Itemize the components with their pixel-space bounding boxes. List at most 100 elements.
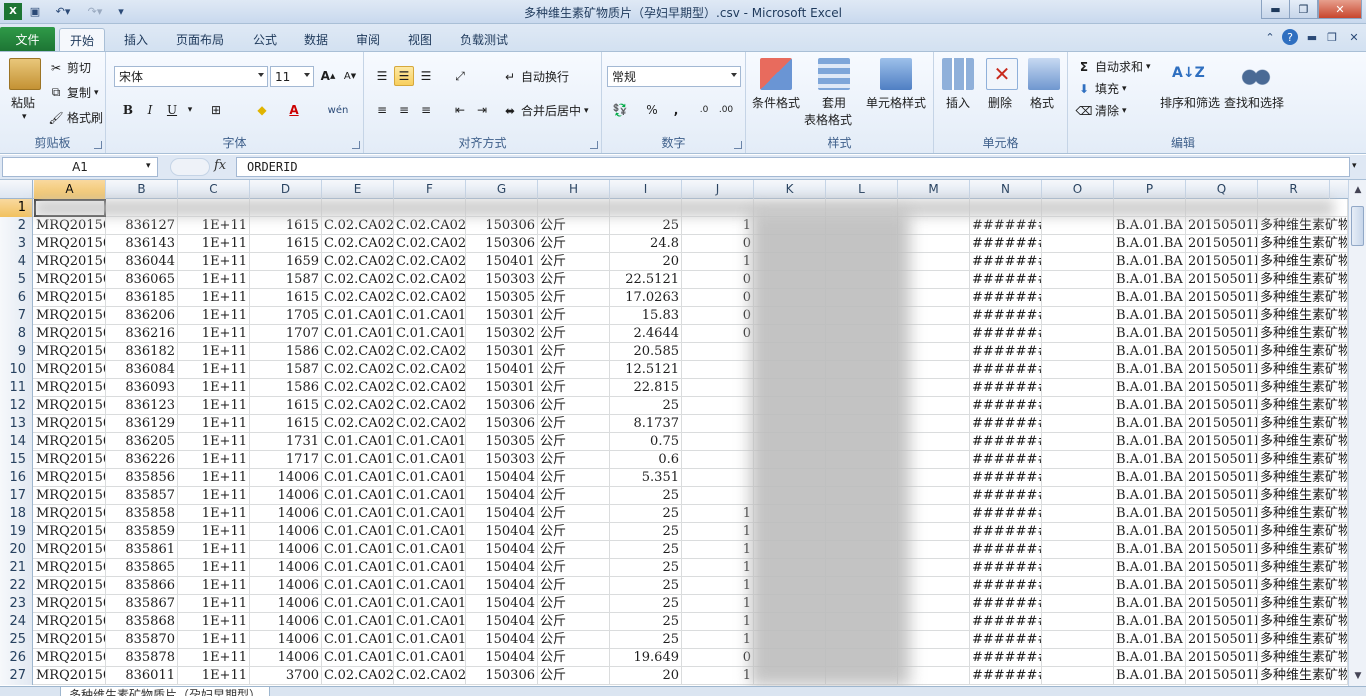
cell-b20[interactable]: 835861 [106,541,178,559]
cell-h20[interactable]: 公斤 [538,541,610,559]
cell-a11[interactable]: MRQ201504 [34,379,106,397]
column-header-l[interactable]: L [826,180,898,199]
expand-formula-icon[interactable]: ▾ [1352,161,1357,171]
cell-styles-button[interactable]: 单元格样式 [866,94,926,111]
cell-h23[interactable]: 公斤 [538,595,610,613]
cell-o13[interactable] [1042,415,1114,433]
cell-p2[interactable]: B.A.01.BA [1114,217,1186,235]
cell-f22[interactable]: C.01.CA01 [394,577,466,595]
workbook-close-icon[interactable]: ✕ [1346,29,1362,45]
font-color-icon[interactable]: A [284,100,304,120]
cell-b13[interactable]: 836129 [106,415,178,433]
column-header-r[interactable]: R [1258,180,1330,199]
row-header[interactable]: 9 [0,343,33,361]
align-top-icon[interactable]: ☰ [372,66,392,86]
cell-g25[interactable]: 150404 [466,631,538,649]
cell-n16[interactable]: ######## [970,469,1042,487]
cell-f4[interactable]: C.02.CA02 [394,253,466,271]
cell-d6[interactable]: 1615 [250,289,322,307]
align-center-icon[interactable]: ≡ [394,100,414,120]
cell-g23[interactable]: 150404 [466,595,538,613]
cell-i22[interactable]: 25 [610,577,682,595]
cell-j23[interactable]: 1 [682,595,754,613]
minimize-ribbon-icon[interactable]: ⌃ [1262,29,1278,45]
cell-c9[interactable]: 1E+11 [178,343,250,361]
cell-b11[interactable]: 836093 [106,379,178,397]
cell-c23[interactable]: 1E+11 [178,595,250,613]
vertical-scrollbar[interactable]: ▲ ▼ [1348,180,1366,686]
column-header-b[interactable]: B [106,180,178,199]
cell-j4[interactable]: 1 [682,253,754,271]
cell-p13[interactable]: B.A.01.BA [1114,415,1186,433]
cell-p15[interactable]: B.A.01.BA [1114,451,1186,469]
cell-r20[interactable]: 多种维生素矿物质片（孕 [1258,541,1348,559]
cell-a22[interactable]: MRQ201504 [34,577,106,595]
cell-o6[interactable] [1042,289,1114,307]
cell-c26[interactable]: 1E+11 [178,649,250,667]
cell-j8[interactable]: 0 [682,325,754,343]
cell-n10[interactable]: ######## [970,361,1042,379]
cell-h7[interactable]: 公斤 [538,307,610,325]
cell-h17[interactable]: 公斤 [538,487,610,505]
cell-f17[interactable]: C.01.CA01 [394,487,466,505]
row-header[interactable]: 10 [0,361,33,379]
paste-button[interactable]: 粘贴 [11,94,35,111]
cell-p3[interactable]: B.A.01.BA [1114,235,1186,253]
cell-g18[interactable]: 150404 [466,505,538,523]
cell-p25[interactable]: B.A.01.BA [1114,631,1186,649]
cell-j19[interactable]: 1 [682,523,754,541]
cell-f25[interactable]: C.01.CA01 [394,631,466,649]
table-format-button-1[interactable]: 套用 [822,94,846,111]
row-header[interactable]: 12 [0,397,33,415]
find-select-button[interactable]: 查找和选择 [1224,94,1284,111]
cell-h25[interactable]: 公斤 [538,631,610,649]
cell-q20[interactable]: 20150501I [1186,541,1258,559]
cell-g17[interactable]: 150404 [466,487,538,505]
cell-b24[interactable]: 835868 [106,613,178,631]
cell-r21[interactable]: 多种维生素矿物质片（孕 [1258,559,1348,577]
delete-cells-icon[interactable]: ✕ [986,58,1018,90]
workbook-restore-icon[interactable]: ❐ [1324,29,1340,45]
cell-p22[interactable]: B.A.01.BA [1114,577,1186,595]
column-header-q[interactable]: Q [1186,180,1258,199]
cell-q10[interactable]: 20150501I [1186,361,1258,379]
cell-b21[interactable]: 835865 [106,559,178,577]
number-launcher-icon[interactable] [734,141,742,149]
cell-p17[interactable]: B.A.01.BA [1114,487,1186,505]
cell-q15[interactable]: 20150501I [1186,451,1258,469]
cell-r17[interactable]: 多种维生素矿物质片（孕 [1258,487,1348,505]
cell-r12[interactable]: 多种维生素矿物质片（孕 [1258,397,1348,415]
insert-cells-icon[interactable] [942,58,974,90]
sort-filter-icon[interactable]: A↓Z [1172,58,1205,90]
cell-n25[interactable]: ######## [970,631,1042,649]
cell-n4[interactable]: ######## [970,253,1042,271]
row-header[interactable]: 7 [0,307,33,325]
delete-cells-button[interactable]: 删除 [988,94,1012,111]
cell-e3[interactable]: C.02.CA02 [322,235,394,253]
cell-r11[interactable]: 多种维生素矿物质片（孕 [1258,379,1348,397]
cell-j22[interactable]: 1 [682,577,754,595]
cell-n13[interactable]: ######## [970,415,1042,433]
cell-o25[interactable] [1042,631,1114,649]
cell-h26[interactable]: 公斤 [538,649,610,667]
cell-d14[interactable]: 1731 [250,433,322,451]
cell-b15[interactable]: 836226 [106,451,178,469]
cell-g4[interactable]: 150401 [466,253,538,271]
cell-h9[interactable]: 公斤 [538,343,610,361]
scroll-down-icon[interactable]: ▼ [1350,668,1366,684]
cell-p19[interactable]: B.A.01.BA [1114,523,1186,541]
cell-j17[interactable] [682,487,754,505]
cell-e4[interactable]: C.02.CA02 [322,253,394,271]
row-header[interactable]: 6 [0,289,33,307]
cell-q25[interactable]: 20150501I [1186,631,1258,649]
cell-e19[interactable]: C.01.CA01 [322,523,394,541]
underline-dropdown-icon[interactable]: ▾ [180,100,200,120]
column-header-m[interactable]: M [898,180,970,199]
cell-h3[interactable]: 公斤 [538,235,610,253]
cell-i21[interactable]: 25 [610,559,682,577]
cell-b26[interactable]: 835878 [106,649,178,667]
cell-r23[interactable]: 多种维生素矿物质片（孕 [1258,595,1348,613]
row-header[interactable]: 27 [0,667,33,685]
row-header[interactable]: 13 [0,415,33,433]
cell-h16[interactable]: 公斤 [538,469,610,487]
